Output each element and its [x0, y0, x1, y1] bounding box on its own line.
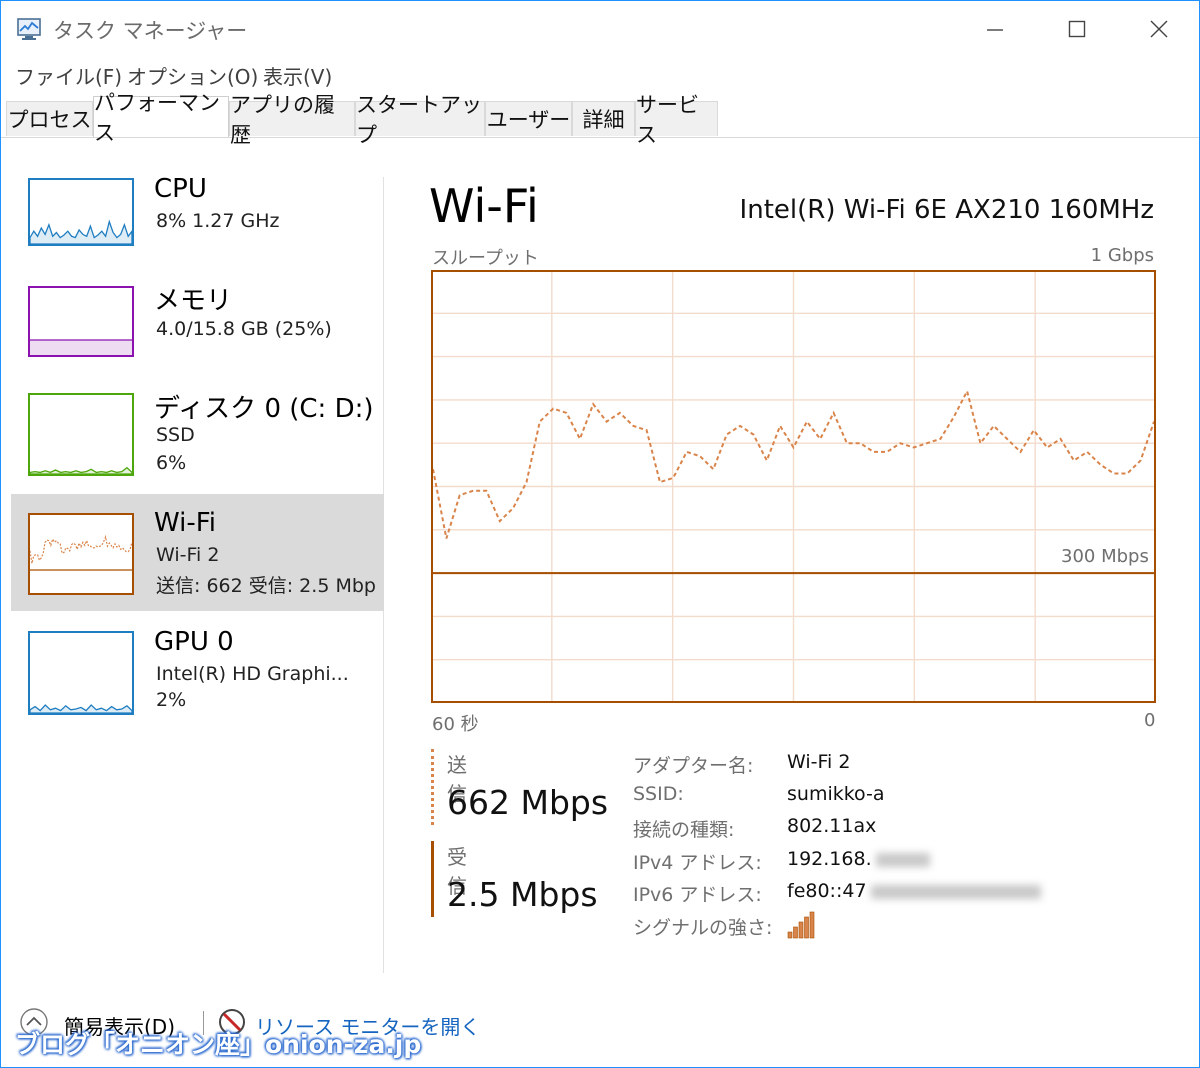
maximize-icon: [1068, 20, 1086, 38]
close-button[interactable]: [1127, 9, 1191, 49]
menu-bar: ファイル(F) オプション(O) 表示(V): [1, 57, 1199, 91]
tab-processes[interactable]: プロセス: [6, 101, 93, 136]
sidebar-item-detail: SSD: [156, 424, 195, 446]
send-value: 662 Mbps: [447, 783, 609, 822]
ipv4-visible-text: 192.168.: [787, 848, 872, 870]
sidebar-item-disk[interactable]: ディスク 0 (C: D:) SSD 6%: [11, 382, 384, 499]
connection-type-label: 接続の種類:: [633, 819, 735, 841]
ipv6-value: fe80::47: [787, 880, 1041, 902]
signal-strength-icon: [787, 911, 815, 939]
wifi-graph-icon: [28, 513, 134, 595]
menu-options[interactable]: オプション(O): [127, 61, 258, 90]
signal-strength-label: シグナルの強さ:: [633, 917, 773, 939]
signal-bar: [809, 911, 815, 939]
sidebar-item-detail: 6%: [156, 452, 187, 474]
ipv6-label: IPv6 アドレス:: [633, 884, 762, 906]
chart-grid: [431, 270, 1156, 703]
tab-performance[interactable]: パフォーマンス: [93, 91, 229, 145]
sidebar-item-cpu[interactable]: CPU 8% 1.27 GHz: [11, 166, 384, 283]
connection-type-value: 802.11ax: [787, 815, 877, 837]
tab-users[interactable]: ユーザー: [485, 101, 572, 136]
signal-bar: [798, 921, 804, 939]
footer: 簡易表示(D) リソース モニターを開く ブログ「オニオン座」onion-za.…: [1, 1001, 1199, 1061]
ipv6-redacted: [870, 884, 1041, 899]
adapter-model: Intel(R) Wi-Fi 6E AX210 160MHz: [739, 195, 1154, 225]
minimize-icon: [987, 29, 1003, 31]
ipv4-redacted: [875, 852, 930, 867]
sidebar-item-detail: 2%: [156, 689, 187, 711]
sidebar-item-detail: 8% 1.27 GHz: [156, 210, 280, 232]
signal-bar: [793, 926, 798, 939]
sidebar-item-gpu[interactable]: GPU 0 Intel(R) HD Graphi... 2%: [11, 621, 384, 738]
tab-bar: プロセス パフォーマンス アプリの履歴 スタートアップ ユーザー 詳細 サービス: [1, 91, 1199, 147]
throughput-chart: [431, 270, 1156, 703]
ssid-label: SSID:: [633, 783, 684, 805]
time-axis-start: 60 秒: [432, 714, 479, 735]
maximize-button[interactable]: [1045, 9, 1109, 49]
adapter-name-value: Wi-Fi 2: [787, 751, 851, 773]
memory-graph-icon: [28, 286, 134, 357]
adapter-name-label: アダプター名:: [633, 755, 754, 777]
signal-bar: [787, 931, 793, 939]
task-manager-window: タスク マネージャー ファイル(F) オプション(O) 表示(V) プロセス パ…: [0, 0, 1200, 1068]
minimize-button[interactable]: [963, 9, 1027, 49]
throughput-label: スループット: [432, 248, 539, 269]
task-manager-icon: [17, 17, 43, 41]
ssid-value: sumikko-a: [787, 783, 885, 805]
sidebar-item-title: GPU 0: [154, 627, 234, 657]
sidebar-item-detail: 4.0/15.8 GB (25%): [156, 318, 332, 340]
watermark: ブログ「オニオン座」onion-za.jp: [15, 1030, 422, 1059]
send-legend-marker: [431, 749, 434, 825]
throughput-chart-svg: [431, 270, 1156, 703]
disk-graph-icon: [28, 393, 134, 476]
cpu-graph-icon: [28, 178, 134, 246]
ipv6-visible-text: fe80::47: [787, 880, 867, 902]
sidebar-item-detail: Intel(R) HD Graphi...: [156, 663, 349, 685]
sidebar-item-detail: 送信: 662 受信: 2.5 Mbp: [156, 575, 376, 597]
ipv4-value: 192.168.: [787, 848, 930, 870]
sidebar-item-memory[interactable]: メモリ 4.0/15.8 GB (25%): [11, 274, 384, 391]
sidebar-item-title: ディスク 0 (C: D:): [154, 394, 374, 424]
sidebar-item-wifi[interactable]: Wi-Fi Wi-Fi 2 送信: 662 受信: 2.5 Mbp: [11, 494, 384, 611]
menu-view[interactable]: 表示(V): [263, 61, 332, 90]
max-scale-label: 1 Gbps: [1090, 245, 1154, 266]
tab-services[interactable]: サービス: [635, 93, 718, 147]
sidebar-item-title: Wi-Fi: [154, 508, 217, 538]
scale-line-label: 300 Mbps: [1061, 546, 1149, 567]
receive-value: 2.5 Mbps: [447, 875, 598, 914]
title-bar[interactable]: タスク マネージャー: [1, 1, 1199, 55]
menu-file[interactable]: ファイル(F): [15, 61, 122, 90]
close-icon: [1150, 20, 1168, 38]
tab-app-history[interactable]: アプリの履歴: [229, 93, 355, 147]
signal-strength-value: [787, 911, 817, 944]
gpu-graph-icon: [28, 631, 134, 715]
ipv4-label: IPv4 アドレス:: [633, 852, 762, 874]
window-title: タスク マネージャー: [53, 19, 248, 43]
tab-startup[interactable]: スタートアップ: [355, 93, 485, 147]
tab-details[interactable]: 詳細: [572, 101, 635, 136]
sidebar-item-title: CPU: [154, 174, 207, 204]
page-title: Wi-Fi: [429, 179, 539, 233]
sidebar-item-detail: Wi-Fi 2: [156, 544, 220, 566]
sidebar-item-title: メモリ: [154, 286, 233, 316]
receive-legend-marker: [431, 841, 434, 917]
signal-bar: [804, 916, 809, 939]
time-axis-end: 0: [1144, 710, 1156, 731]
